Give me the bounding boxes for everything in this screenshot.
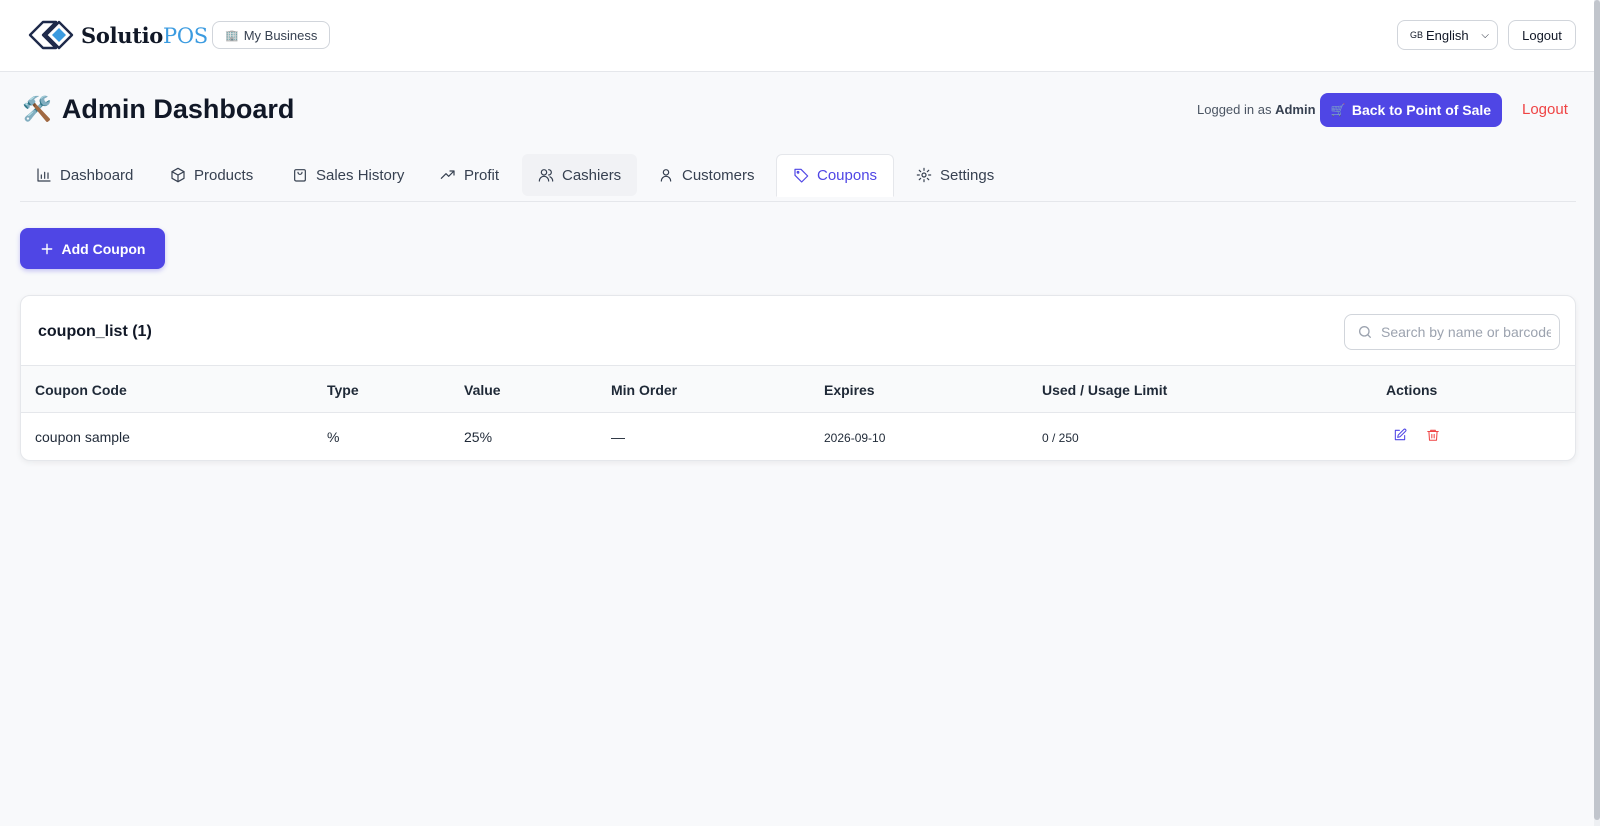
scrollbar-thumb[interactable]	[1594, 0, 1600, 820]
admin-tabs: Dashboard Products Sales History Profit …	[20, 154, 1576, 202]
plus-icon	[41, 243, 52, 254]
value-cell: 25%	[464, 429, 493, 445]
search-input[interactable]	[1381, 324, 1551, 340]
bar-chart-icon	[37, 168, 51, 182]
tab-cashiers[interactable]: Cashiers	[522, 154, 638, 196]
coupon-list-card: coupon_list (1) Coupon Code Type Value M…	[20, 295, 1576, 461]
top-navbar: SolutioPOS 🏢 My Business GB English ⌵ Lo…	[0, 0, 1600, 72]
tab-coupons[interactable]: Coupons	[776, 154, 895, 197]
top-logout-button[interactable]: Logout	[1508, 20, 1576, 50]
back-to-pos-button[interactable]: 🛒 Back to Point of Sale	[1320, 93, 1502, 127]
logged-user: Admin	[1275, 102, 1316, 117]
trash-icon	[1427, 429, 1439, 441]
table-header: Coupon Code Type Value Min Order Expires…	[21, 365, 1575, 413]
tag-icon	[794, 168, 809, 183]
tab-label: Dashboard	[60, 166, 134, 184]
column-header: Expires	[824, 382, 875, 398]
tab-dashboard[interactable]: Dashboard	[20, 154, 149, 196]
tab-label: Sales History	[316, 166, 405, 184]
my-business-button[interactable]: 🏢 My Business	[212, 21, 331, 49]
logged-prefix: Logged in as	[1197, 102, 1272, 117]
logged-in-status: Logged in as Admin	[1197, 102, 1316, 117]
my-business-label: My Business	[243, 27, 318, 43]
column-header: Type	[327, 382, 359, 398]
type-cell: %	[327, 429, 340, 445]
add-coupon-button[interactable]: Add Coupon	[20, 228, 165, 269]
delete-coupon-button[interactable]	[1426, 428, 1444, 446]
tab-label: Customers	[682, 166, 755, 184]
flag-icon: GB	[1410, 30, 1424, 40]
edit-coupon-button[interactable]	[1393, 428, 1411, 446]
trending-up-icon	[440, 170, 455, 179]
add-coupon-label: Add Coupon	[61, 240, 146, 257]
tab-label: Products	[194, 166, 254, 184]
usage-cell: 0 / 250	[1042, 431, 1079, 445]
coupon-code-cell: coupon sample	[35, 429, 130, 445]
tab-label: Profit	[464, 166, 500, 184]
page-title: 🛠️ Admin Dashboard	[22, 94, 294, 125]
tab-customers[interactable]: Customers	[642, 154, 771, 196]
edit-icon	[1394, 428, 1407, 441]
search-box	[1344, 314, 1560, 350]
tab-profit[interactable]: Profit	[424, 154, 515, 196]
column-header: Actions	[1386, 382, 1438, 398]
app-logo[interactable]: SolutioPOS	[28, 18, 208, 52]
tab-label: Coupons	[817, 167, 878, 184]
tab-sales-history[interactable]: Sales History	[276, 154, 420, 196]
tools-icon: 🛠️	[22, 96, 52, 123]
coupon-list-title: coupon_list (1)	[38, 323, 152, 340]
back-to-pos-label: Back to Point of Sale	[1351, 102, 1492, 118]
tab-label: Cashiers	[562, 166, 622, 184]
column-header: Used / Usage Limit	[1042, 382, 1168, 398]
box-icon	[171, 167, 185, 183]
table-row: coupon sample % 25% — 2026-09-10 0 / 250	[21, 413, 1575, 460]
logo-text-accent: POS	[163, 23, 208, 48]
tab-products[interactable]: Products	[154, 154, 269, 196]
search-icon	[1359, 326, 1371, 338]
column-header: Value	[464, 382, 501, 398]
shopping-bag-icon	[294, 169, 306, 182]
language-select[interactable]: GB English ⌵	[1397, 20, 1498, 50]
building-icon: 🏢	[225, 29, 239, 42]
gear-icon	[916, 167, 932, 183]
cart-icon: 🛒	[1330, 103, 1346, 117]
chevron-down-icon: ⌵	[1481, 29, 1489, 41]
logo-text-primary: Solutio	[81, 22, 164, 48]
page-title-text: Admin Dashboard	[61, 94, 295, 124]
user-icon	[660, 169, 672, 182]
column-header: Min Order	[611, 382, 678, 398]
tab-settings[interactable]: Settings	[900, 154, 1010, 196]
page-scrollbar[interactable]	[1594, 0, 1600, 826]
language-label: English	[1426, 27, 1469, 43]
tab-label: Settings	[940, 166, 995, 184]
logout-link[interactable]: Logout	[1522, 101, 1568, 118]
column-header: Coupon Code	[35, 382, 127, 398]
logo-icon	[28, 20, 74, 50]
expires-cell: 2026-09-10	[824, 431, 886, 445]
users-icon	[538, 169, 554, 182]
min-order-cell: —	[611, 429, 625, 445]
